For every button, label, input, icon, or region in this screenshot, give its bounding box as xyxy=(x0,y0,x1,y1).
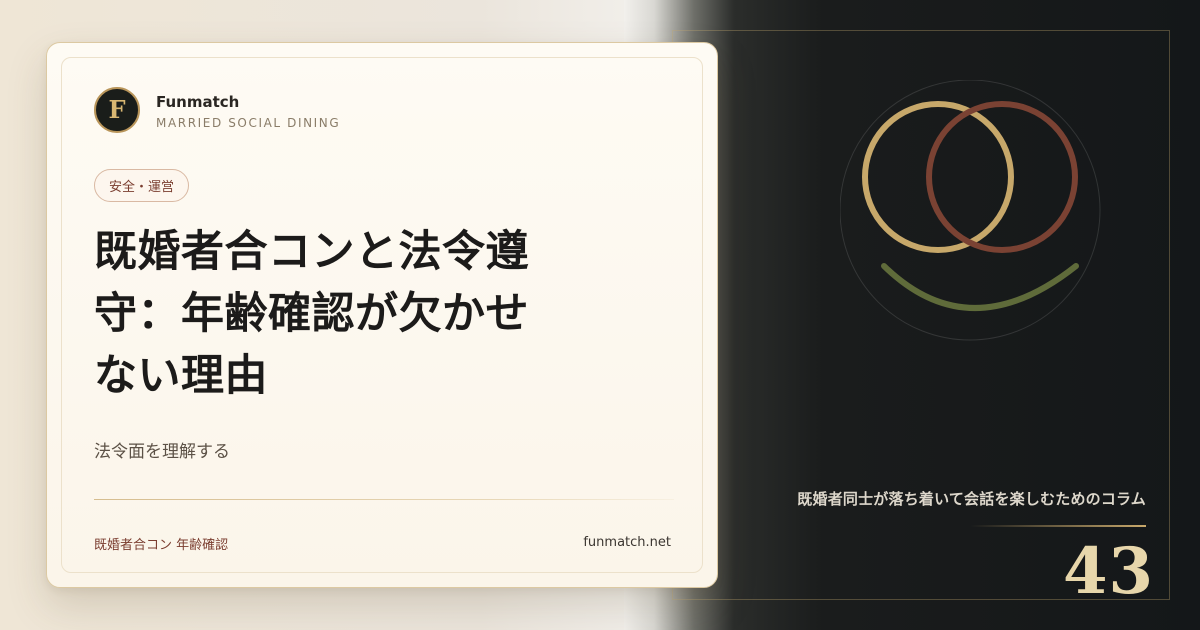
series-description: 既婚者同士が落ち着いて会話を楽しむためのコラム xyxy=(797,490,1146,508)
brand-tagline: MARRIED SOCIAL DINING xyxy=(156,116,341,130)
interlocking-rings-smile-icon xyxy=(840,80,1101,341)
tagline-divider xyxy=(970,525,1146,527)
card-divider xyxy=(94,499,674,500)
brand-logo-icon: F xyxy=(94,87,140,133)
brand-name: Funmatch xyxy=(156,93,240,111)
site-domain: funmatch.net xyxy=(583,535,671,550)
category-chip: 安全・運営 xyxy=(94,169,190,202)
issue-number: 43 xyxy=(1062,534,1154,609)
article-card: F Funmatch MARRIED SOCIAL DINING 安全・運営 既… xyxy=(46,42,718,588)
article-subtitle: 法令面を理解する xyxy=(94,442,230,462)
article-headline: 既婚者合コンと法令遵守：年齢確認が欠かせない理由 xyxy=(94,227,529,401)
keyword-tags: 既婚者合コン 年齢確認 xyxy=(94,538,229,553)
